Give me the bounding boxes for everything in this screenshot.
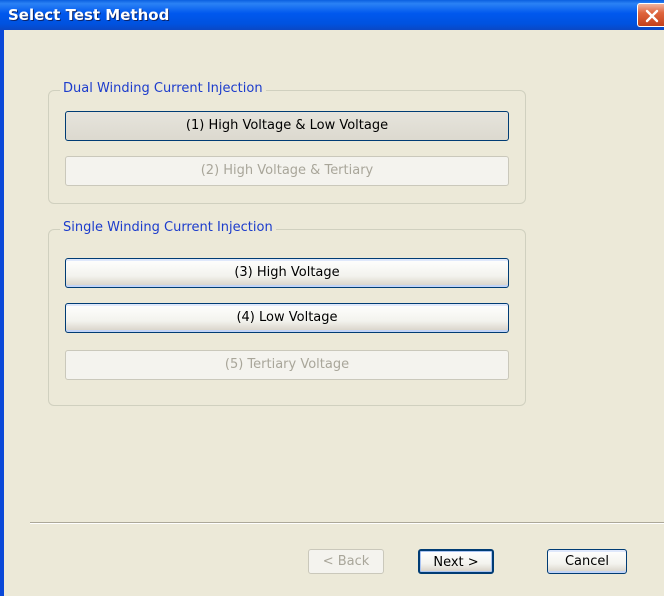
method-button-hv-tertiary[interactable]: (2) High Voltage & Tertiary [65,156,509,186]
dual-winding-group-title: Dual Winding Current Injection [60,81,266,96]
close-button[interactable] [637,3,664,27]
cancel-button[interactable]: Cancel [547,549,627,574]
method-button-high-voltage[interactable]: (3) High Voltage [65,258,509,288]
footer-separator [30,522,664,524]
method-button-low-voltage[interactable]: (4) Low Voltage [65,303,509,333]
select-test-method-dialog: Select Test Method Dual Winding Current … [0,0,664,596]
dialog-title: Select Test Method [8,6,170,24]
single-winding-group-title: Single Winding Current Injection [60,220,276,235]
dual-winding-group [48,90,526,204]
title-bar[interactable]: Select Test Method [0,0,664,30]
method-button-tertiary-voltage[interactable]: (5) Tertiary Voltage [65,350,509,380]
method-button-hv-lv[interactable]: (1) High Voltage & Low Voltage [65,111,509,141]
close-icon [645,9,659,23]
next-button[interactable]: Next > [418,549,494,574]
back-button[interactable]: < Back [308,549,384,574]
